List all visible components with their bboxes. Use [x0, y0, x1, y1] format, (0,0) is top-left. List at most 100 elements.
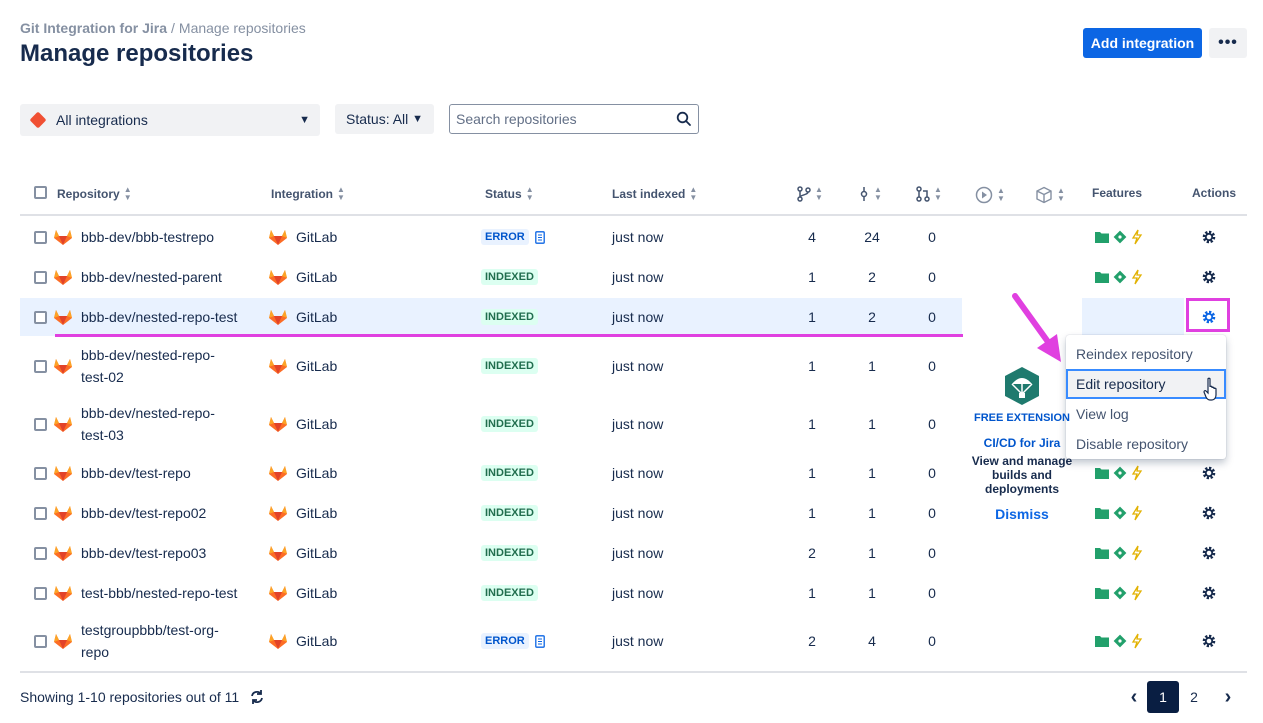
branches-count: 1: [808, 358, 816, 374]
repository-cell: bbb-dev/nested-repo-test-02: [53, 338, 215, 394]
column-header-status[interactable]: Status ▲ ▼: [485, 186, 534, 202]
integrations-filter-select[interactable]: All integrations ▼: [20, 104, 320, 136]
gear-icon: [1202, 586, 1216, 600]
gear-icon: [1202, 634, 1216, 648]
repository-name-link[interactable]: bbb-dev/nested-repo-test-03: [81, 402, 215, 446]
sort-icon: ▲ ▼: [525, 185, 534, 202]
row-checkbox[interactable]: [34, 338, 47, 394]
repository-cell: bbb-dev/nested-repo-test: [53, 298, 237, 336]
integration-cell: GitLab: [268, 218, 337, 256]
column-header-last-indexed[interactable]: Last indexed ▲ ▼: [612, 186, 697, 202]
gear-icon: [1202, 230, 1216, 244]
branches-count: 4: [808, 229, 816, 245]
pagination-page-1[interactable]: 1: [1147, 681, 1179, 713]
repository-name-link[interactable]: bbb-dev/test-repo: [81, 462, 191, 484]
breadcrumb-root-link[interactable]: Git Integration for Jira: [20, 20, 167, 36]
integrations-filter-value: All integrations: [56, 112, 148, 128]
repository-name-link[interactable]: testgroupbbb/test-org-repo: [81, 619, 219, 663]
repository-name-link[interactable]: bbb-dev/nested-repo-test: [81, 306, 237, 328]
refresh-icon[interactable]: [249, 689, 265, 705]
column-header-repository[interactable]: Repository ▲ ▼: [57, 186, 132, 202]
search-icon[interactable]: [676, 111, 692, 127]
git-diamond-icon: [1113, 466, 1127, 480]
row-actions-button[interactable]: [1200, 494, 1218, 532]
column-header-integration[interactable]: Integration ▲ ▼: [271, 186, 345, 202]
pagination-page-2[interactable]: 2: [1180, 681, 1208, 713]
pull-requests-count: 0: [928, 309, 936, 325]
menu-item-disable-repository[interactable]: Disable repository: [1066, 429, 1226, 459]
git-integration-icon: [29, 111, 47, 129]
row-checkbox[interactable]: [34, 298, 47, 336]
column-header-pull-requests[interactable]: ▲ ▼: [916, 186, 942, 202]
gear-icon: [1202, 466, 1216, 480]
row-checkbox[interactable]: [34, 534, 47, 572]
repository-name-link[interactable]: bbb-dev/test-repo03: [81, 542, 206, 564]
commits-count: 24: [864, 229, 880, 245]
column-header-deployments[interactable]: ▲ ▼: [1035, 186, 1065, 204]
status-cell: INDEXED: [481, 298, 538, 336]
row-checkbox[interactable]: [34, 612, 47, 670]
repository-name-link[interactable]: bbb-dev/nested-repo-test-02: [81, 344, 215, 388]
pagination-next-button[interactable]: ›: [1214, 681, 1242, 713]
pull-requests-count: 0: [928, 505, 936, 521]
menu-item-edit-repository[interactable]: Edit repository: [1066, 369, 1226, 399]
row-checkbox[interactable]: [34, 258, 47, 296]
row-actions-button[interactable]: [1200, 612, 1218, 670]
integration-name: GitLab: [296, 633, 338, 649]
pagination-prev-button[interactable]: ‹: [1122, 681, 1146, 713]
column-header-commits[interactable]: ▲ ▼: [858, 186, 882, 202]
gitlab-icon: [269, 310, 287, 325]
sort-icon: ▲ ▼: [934, 185, 942, 202]
gitlab-icon: [269, 270, 287, 285]
repository-cell: bbb-dev/nested-parent: [53, 258, 222, 296]
document-icon[interactable]: [534, 634, 545, 648]
last-indexed-value: just now: [612, 585, 664, 601]
repository-cell: bbb-dev/test-repo03: [53, 534, 206, 572]
last-indexed-value: just now: [612, 505, 664, 521]
commits-count: 1: [868, 585, 876, 601]
git-diamond-icon: [1113, 586, 1127, 600]
document-icon[interactable]: [534, 230, 545, 244]
gitlab-icon: [54, 466, 72, 481]
row-actions-button[interactable]: [1200, 534, 1218, 572]
integration-name: GitLab: [296, 358, 338, 374]
highlight-box: [1186, 298, 1230, 332]
promo-dismiss-button[interactable]: Dismiss: [970, 506, 1074, 522]
git-diamond-icon: [1113, 270, 1127, 284]
table-row: bbb-dev/bbb-testrepo GitLab ERROR just now 4…: [20, 218, 1247, 256]
add-integration-button[interactable]: Add integration: [1083, 28, 1202, 58]
search-input[interactable]: [456, 111, 666, 127]
sort-icon: ▲ ▼: [337, 185, 345, 202]
column-header-branches[interactable]: ▲ ▼: [797, 186, 823, 202]
repository-name-link[interactable]: test-bbb/nested-repo-test: [81, 582, 237, 604]
folder-icon: [1095, 588, 1109, 599]
lightning-icon: [1131, 465, 1143, 481]
status-filter-select[interactable]: Status: All ▼: [335, 104, 434, 134]
menu-item-view-log[interactable]: View log: [1066, 399, 1226, 429]
pull-requests-count: 0: [928, 585, 936, 601]
column-header-builds[interactable]: ▲ ▼: [975, 186, 1005, 204]
row-checkbox[interactable]: [34, 454, 47, 492]
repository-name-link[interactable]: bbb-dev/test-repo02: [81, 502, 206, 524]
repository-name-link[interactable]: bbb-dev/bbb-testrepo: [81, 226, 214, 248]
row-actions-button[interactable]: [1200, 218, 1218, 256]
row-checkbox[interactable]: [34, 494, 47, 532]
git-diamond-icon: [1113, 546, 1127, 560]
row-checkbox[interactable]: [34, 396, 47, 452]
pointer-arrow-icon: [1012, 293, 1061, 362]
promo-title[interactable]: CI/CD for Jira: [970, 436, 1074, 450]
branches-count: 2: [808, 633, 816, 649]
commits-count: 1: [868, 545, 876, 561]
row-actions-button[interactable]: [1200, 454, 1218, 492]
more-actions-button[interactable]: •••: [1209, 28, 1247, 58]
select-all-checkbox[interactable]: [34, 186, 47, 199]
row-actions-button[interactable]: [1200, 258, 1218, 296]
row-checkbox[interactable]: [34, 574, 47, 612]
repository-name-link[interactable]: bbb-dev/nested-parent: [81, 266, 222, 288]
row-actions-button[interactable]: [1200, 574, 1218, 612]
row-checkbox[interactable]: [34, 218, 47, 256]
gitlab-icon: [54, 417, 72, 432]
menu-item-reindex-repository[interactable]: Reindex repository: [1066, 339, 1226, 369]
features-cell: [1095, 218, 1143, 256]
pull-requests-count: 0: [928, 269, 936, 285]
